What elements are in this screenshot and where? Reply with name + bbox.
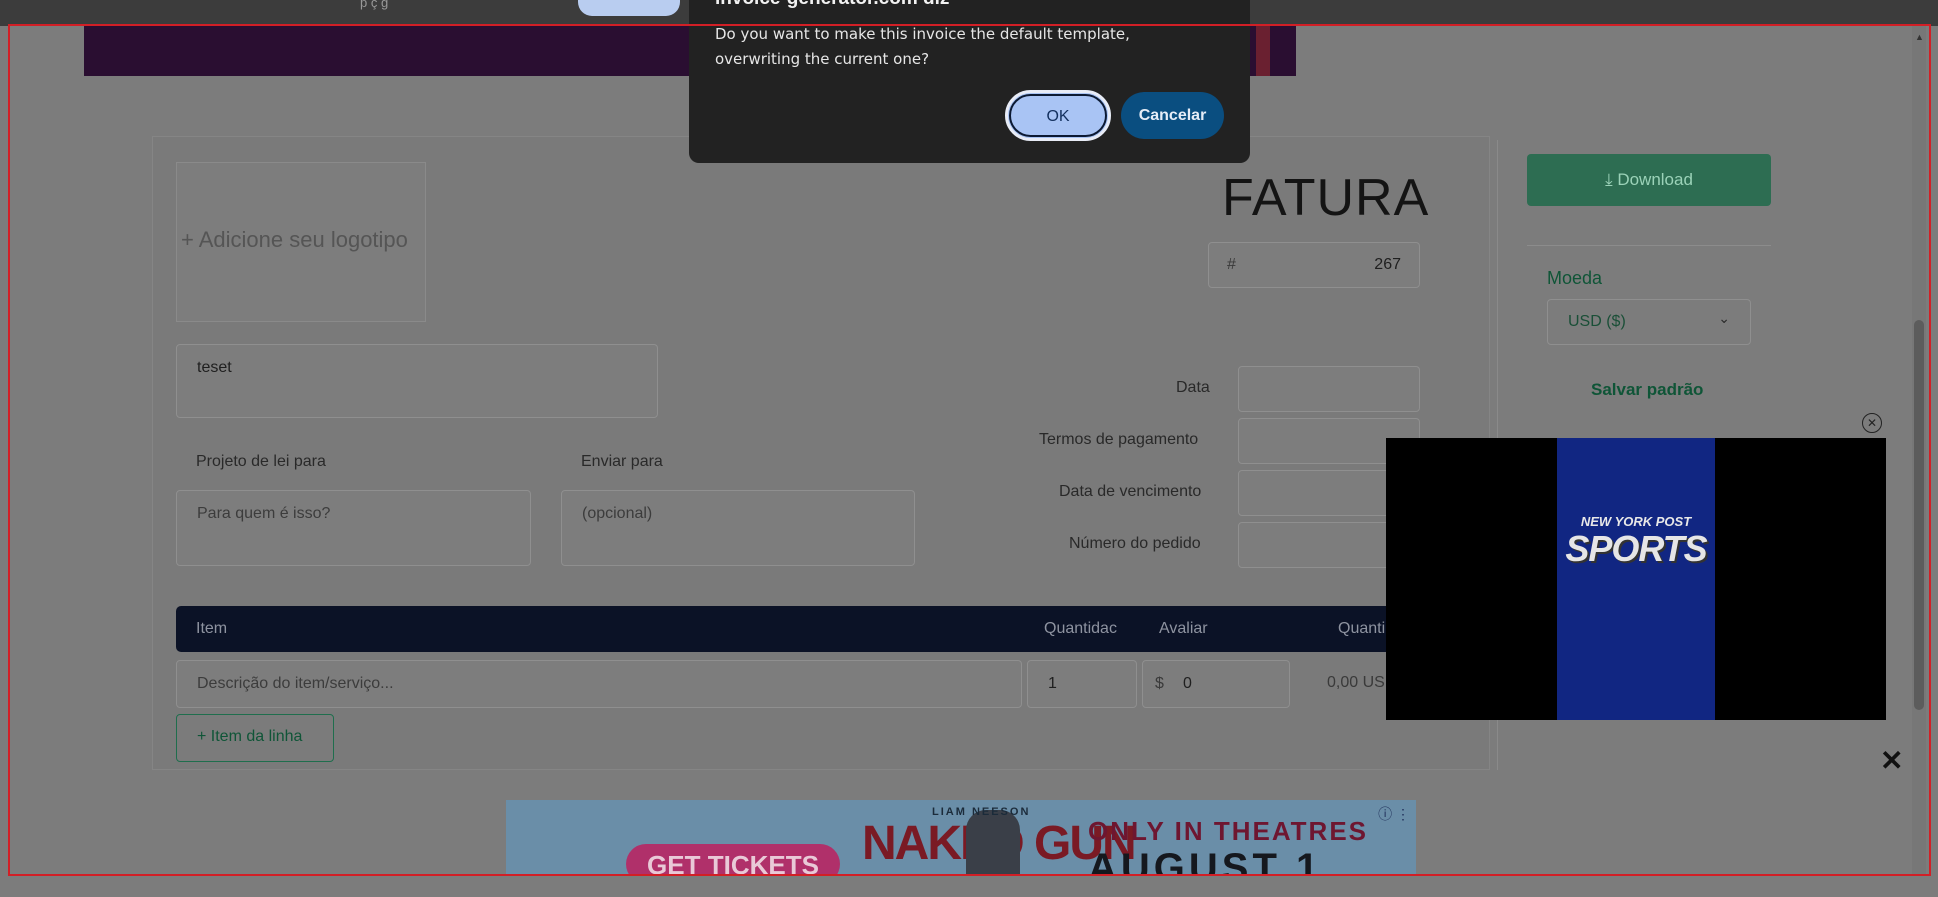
top-bar-button[interactable] [578,0,680,16]
ad-info-icon[interactable]: ⓘ ⋮ [1378,804,1410,824]
confirm-dialog: invoice-generator.com diz Do you want to… [689,0,1250,163]
item-rate-currency: $ [1155,675,1164,692]
ship-to-placeholder: (opcional) [582,505,653,522]
scrollbar-thumb[interactable] [1914,320,1924,710]
invoice-title[interactable]: FATURA [1222,168,1429,228]
dialog-message: Do you want to make this invoice the def… [715,25,1130,68]
currency-select[interactable]: USD ($) ⌄ [1547,299,1751,345]
download-button[interactable]: ⤓ Download [1527,154,1771,206]
banner-image-fragment [1256,26,1270,76]
header-item: Item [196,620,228,637]
chevron-down-icon: ⌄ [1718,310,1730,326]
item-description-placeholder: Descrição do item/serviço... [197,675,394,692]
bill-to-label: Projeto de lei para [196,453,326,470]
video-frame: NEW YORK POST SPORTS [1557,438,1715,720]
scroll-up-icon[interactable]: ▲ [1915,32,1924,42]
video-brand-big: SPORTS [1565,528,1707,569]
add-line-item-button[interactable]: + Item da linha [176,714,334,762]
invoice-number-value: 267 [1374,256,1401,273]
from-field[interactable]: teset [176,344,658,418]
date-field[interactable] [1238,366,1420,412]
item-rate-field[interactable]: $ 0 [1142,660,1290,708]
ship-to-label: Enviar para [581,453,663,470]
download-icon: ⤓ [1605,170,1613,189]
sidebar-separator [1527,245,1771,246]
cancel-button[interactable]: Cancelar [1121,92,1224,139]
header-rate: Avaliar [1159,620,1208,637]
logo-upload[interactable]: + Adicione seu logotipo [176,162,426,322]
currency-label: Moeda [1547,268,1603,288]
item-amount: 0,00 US [1327,674,1385,691]
item-quantity-field[interactable]: 1 [1027,660,1137,708]
save-default-button[interactable]: Salvar padrão [1591,380,1703,400]
header-quantity: Quantidac [1044,620,1117,637]
scrollbar[interactable]: ▲ [1912,26,1926,876]
item-description-field[interactable]: Descrição do item/serviço... [176,660,1022,708]
payment-terms-label: Termos de pagamento [1039,431,1199,448]
currency-select-value: USD ($) [1568,313,1626,330]
from-field-value: teset [197,359,232,376]
item-quantity-value: 1 [1048,675,1057,692]
close-video-icon[interactable]: ✕ [1862,413,1882,433]
ad-tagline: ONLY IN THEATRES [1088,816,1369,846]
ad-actor-image [966,810,1020,876]
video-brand-small: NEW YORK POST [1580,514,1692,529]
items-table-header: Item Quantidac Avaliar Quanti [176,606,1391,652]
logo-upload-label: + Adicione seu logotipo [181,227,408,252]
ok-button[interactable]: OK [1005,90,1111,141]
invoice-number-prefix: # [1227,256,1236,273]
close-icon[interactable]: ✕ [1880,744,1903,777]
invoice-number-field[interactable]: # 267 [1208,242,1420,288]
ad-tickets-button[interactable]: GET TICKETS [626,844,840,876]
date-label: Data [1176,379,1210,396]
header-amount: Quanti [1338,620,1386,637]
due-date-label: Data de vencimento [1059,483,1202,500]
bottom-ad-banner[interactable]: GET TICKETS NAKED GUN LIAM NEESON ONLY I… [506,800,1416,876]
bill-to-placeholder: Para quem é isso? [197,505,331,522]
ad-actor-name: LIAM NEESON [932,806,1031,818]
bill-to-field[interactable]: Para quem é isso? [176,490,531,566]
ship-to-field[interactable]: (opcional) [561,490,915,566]
dialog-title: invoice-generator.com diz [715,0,949,10]
item-rate-value: 0 [1183,675,1192,692]
top-bar-text: p ç g [360,0,389,10]
video-player[interactable]: NEW YORK POST SPORTS [1386,438,1886,720]
po-number-label: Número do pedido [1069,535,1201,552]
ad-release-date: AUGUST 1 [1088,846,1323,876]
download-label: Download [1617,170,1693,189]
